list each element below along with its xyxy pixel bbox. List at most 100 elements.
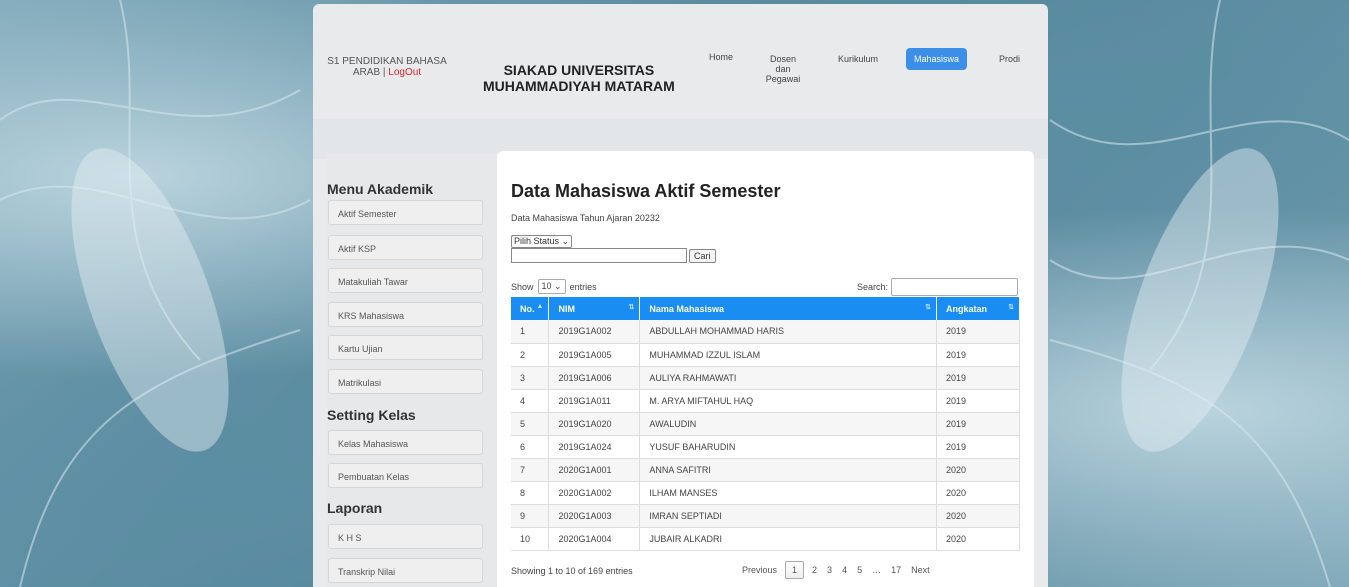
table-row: 6 2019G1A024 YUSUF BAHARUDIN 2019 (511, 435, 1020, 459)
cari-button[interactable]: Cari (689, 249, 716, 263)
table-row: 5 2019G1A020 AWALUDIN 2019 (511, 412, 1020, 436)
nav-home[interactable]: Home (709, 52, 733, 62)
cell-angkatan: 2019 (936, 389, 1020, 413)
column-header-label: Nama Mahasiswa (649, 303, 724, 314)
table-row: 4 2019G1A011 M. ARYA MIFTAHUL HAQ 2019 (511, 389, 1020, 413)
entries-length-control: Show 10 ⌄ entries (511, 279, 597, 294)
table-search: Search: (857, 278, 1019, 296)
menu-akademik-heading: Menu Akademik (327, 181, 434, 197)
table-row: 10 2020G1A004 JUBAIR ALKADRI 2020 (511, 527, 1020, 551)
cell-nim: 2019G1A002 (548, 320, 641, 344)
entries-select-value: 10 (541, 281, 552, 291)
table-header-row: No. ▲ NIM ⇅ Nama Mahasiswa ⇅ Angkatan ⇅ (511, 297, 1020, 320)
cell-no: 2 (511, 343, 550, 367)
sidebar-item-krs-mahasiswa[interactable]: KRS Mahasiswa (328, 302, 483, 327)
cell-nim: 2019G1A024 (548, 435, 641, 459)
cell-angkatan: 2020 (936, 504, 1020, 528)
page-container: S1 PENDIDIKAN BAHASA ARAB | LogOut SIAKA… (313, 4, 1048, 587)
pager-page-1[interactable]: 1 (785, 561, 805, 579)
site-brand: SIAKAD UNIVERSITAS MUHAMMADIYAH MATARAM (483, 62, 675, 94)
chevron-down-icon: ⌄ (554, 281, 562, 291)
logout-link[interactable]: LogOut (388, 67, 421, 78)
nav-kurikulum[interactable]: Kurikulum (838, 54, 878, 64)
status-select-value: Pilih Status (514, 236, 560, 246)
setting-kelas-heading: Setting Kelas (327, 407, 416, 423)
sidebar-item-khs[interactable]: K H S (328, 524, 483, 549)
page-subtitle: Data Mahasiswa Tahun Ajaran 20232 (511, 213, 660, 223)
column-header-label: Angkatan (946, 303, 988, 314)
cell-nim: 2019G1A005 (548, 343, 641, 367)
pager-previous[interactable]: Previous (742, 565, 777, 575)
cell-nim: 2019G1A011 (548, 389, 641, 413)
pager-page-17[interactable]: 17 (891, 565, 901, 575)
cell-nama: IMRAN SEPTIADI (639, 504, 938, 528)
column-header-angkatan[interactable]: Angkatan ⇅ (936, 297, 1020, 320)
pager-page-3[interactable]: 3 (827, 565, 832, 575)
column-header-label: No. (520, 303, 535, 314)
sidebar-item-kelas-mahasiswa[interactable]: Kelas Mahasiswa (328, 430, 483, 455)
nav-dosen-line-1: Dosen (769, 54, 796, 64)
sidebar-item-kartu-ujian[interactable]: Kartu Ujian (328, 335, 483, 360)
prodi-name: S1 PENDIDIKAN BAHASA ARAB (327, 56, 447, 78)
cell-nama: AULIYA RAHMAWATI (639, 366, 938, 390)
nav-dosen-line-2: dan (775, 64, 791, 74)
cell-no: 4 (511, 389, 550, 413)
sidebar-item-matakuliah-tawar[interactable]: Matakuliah Tawar (328, 268, 483, 293)
cell-nim: 2020G1A003 (548, 504, 641, 528)
sort-icon: ⇅ (1008, 304, 1014, 311)
table-row: 3 2019G1A006 AULIYA RAHMAWATI 2019 (511, 366, 1020, 390)
nav-mahasiswa[interactable]: Mahasiswa (906, 48, 968, 70)
cell-no: 1 (511, 320, 550, 344)
sort-icon: ▲ (536, 303, 544, 310)
sidebar-item-pembuatan-kelas[interactable]: Pembuatan Kelas (328, 463, 483, 488)
sidebar: Menu Akademik Aktif Semester Aktif KSP M… (327, 154, 497, 587)
nav-prodi[interactable]: Prodi (999, 54, 1020, 64)
table-search-input[interactable] (891, 278, 1019, 296)
sidebar-item-aktif-ksp[interactable]: Aktif KSP (328, 235, 483, 260)
sidebar-item-transkrip-nilai[interactable]: Transkrip Nilai (328, 558, 483, 583)
brand-line-2: MUHAMMADIYAH MATARAM (483, 78, 675, 94)
cell-nim: 2020G1A001 (548, 458, 641, 482)
table-row: 1 2019G1A002 ABDULLAH MOHAMMAD HARIS 2019 (511, 320, 1020, 344)
cell-angkatan: 2020 (936, 458, 1020, 482)
cell-no: 5 (511, 412, 550, 436)
prodi-separator: | (382, 67, 386, 78)
cell-angkatan: 2020 (936, 481, 1020, 505)
cell-nim: 2020G1A004 (548, 527, 641, 551)
cell-angkatan: 2019 (936, 412, 1020, 436)
cell-nama: ANNA SAFITRI (639, 458, 938, 482)
site-header: S1 PENDIDIKAN BAHASA ARAB | LogOut SIAKA… (313, 4, 1048, 119)
table-info: Showing 1 to 10 of 169 entries (511, 566, 633, 576)
column-header-nama[interactable]: Nama Mahasiswa ⇅ (639, 297, 938, 320)
cell-no: 8 (511, 481, 550, 505)
column-header-no[interactable]: No. ▲ (511, 297, 550, 320)
nav-dosen-line-3: Pegawai (765, 74, 801, 84)
pager-page-5[interactable]: 5 (857, 565, 862, 575)
cell-nama: JUBAIR ALKADRI (639, 527, 938, 551)
pager-page-4[interactable]: 4 (842, 565, 847, 575)
laporan-heading: Laporan (327, 500, 383, 516)
mahasiswa-table: No. ▲ NIM ⇅ Nama Mahasiswa ⇅ Angkatan ⇅ 1 201… (511, 297, 1020, 551)
status-search-input[interactable] (511, 248, 687, 263)
sort-icon: ⇅ (628, 304, 635, 311)
sidebar-item-aktif-semester[interactable]: Aktif Semester (328, 200, 483, 225)
pager-page-2[interactable]: 2 (812, 565, 817, 575)
entries-label: entries (569, 281, 597, 292)
sidebar-item-matrikulasi[interactable]: Matrikulasi (328, 369, 483, 394)
entries-select[interactable]: 10 ⌄ (537, 279, 566, 294)
cell-no: 3 (511, 366, 550, 390)
status-select[interactable]: Pilih Status ⌄ (511, 235, 573, 248)
nav-dosen-pegawai[interactable]: Dosen dan Pegawai (761, 54, 805, 84)
page-title: Data Mahasiswa Aktif Semester (511, 181, 781, 201)
cell-nim: 2020G1A002 (548, 481, 641, 505)
cell-angkatan: 2019 (936, 343, 1020, 367)
column-header-nim[interactable]: NIM ⇅ (548, 297, 641, 320)
cell-nim: 2019G1A020 (548, 412, 641, 436)
cell-no: 6 (511, 435, 550, 459)
cell-nama: YUSUF BAHARUDIN (639, 435, 938, 459)
table-row: 8 2020G1A002 ILHAM MANSES 2020 (511, 481, 1020, 505)
pager-next[interactable]: Next (911, 565, 930, 575)
cell-no: 7 (511, 458, 550, 482)
chevron-down-icon: ⌄ (561, 236, 570, 246)
cell-nama: MUHAMMAD IZZUL ISLAM (639, 343, 938, 367)
